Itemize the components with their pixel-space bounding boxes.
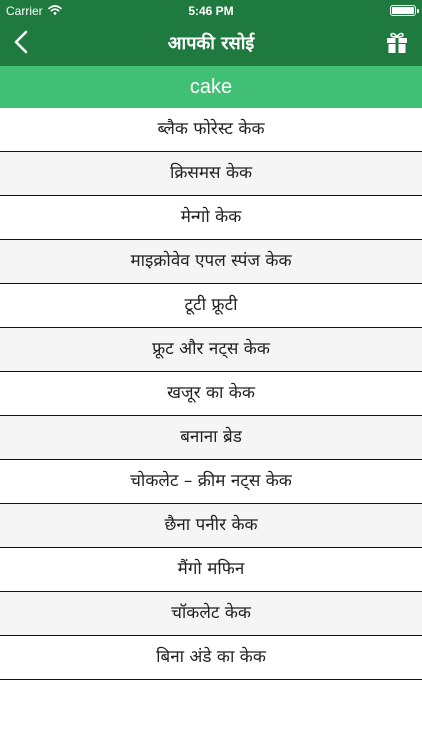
back-button[interactable] xyxy=(6,26,36,62)
nav-bar: आपकी रसोई xyxy=(0,22,422,66)
recipe-list-item[interactable]: चॉकलेट केक xyxy=(0,592,422,636)
gift-button[interactable] xyxy=(382,28,412,60)
recipe-list-item[interactable]: बनाना ब्रेड xyxy=(0,416,422,460)
recipe-list-item[interactable]: मेन्गो केक xyxy=(0,196,422,240)
page-title: आपकी रसोई xyxy=(167,33,255,54)
chevron-left-icon xyxy=(14,30,28,58)
recipe-list-item[interactable]: माइक्रोवेव एपल स्पंज केक xyxy=(0,240,422,284)
recipe-list-item[interactable]: टूटी फ्रूटी xyxy=(0,284,422,328)
recipe-list-item[interactable]: ब्लैक फोरेस्ट केक xyxy=(0,108,422,152)
recipe-list-item[interactable]: छैना पनीर केक xyxy=(0,504,422,548)
recipe-list-item[interactable]: क्रिसमस केक xyxy=(0,152,422,196)
section-header: cake xyxy=(0,66,422,108)
recipe-list-item[interactable]: फ्रूट और नट्स केक xyxy=(0,328,422,372)
recipe-list-item[interactable]: खजूर का केक xyxy=(0,372,422,416)
recipe-list-item[interactable]: बिना अंडे का केक xyxy=(0,636,422,680)
recipe-list-item[interactable]: मैंगो मफिन xyxy=(0,548,422,592)
gift-icon xyxy=(385,30,409,58)
status-time: 5:46 PM xyxy=(188,4,234,18)
recipe-list: ब्लैक फोरेस्ट केक क्रिसमस केक मेन्गो केक मा… xyxy=(0,108,422,680)
top-bar: Carrier 5:46 PM आपकी रसोई xyxy=(0,0,422,66)
battery-icon xyxy=(390,5,419,16)
recipe-list-item[interactable]: चोकलेट – क्रीम नट्स केक xyxy=(0,460,422,504)
status-bar: Carrier 5:46 PM xyxy=(0,0,422,22)
